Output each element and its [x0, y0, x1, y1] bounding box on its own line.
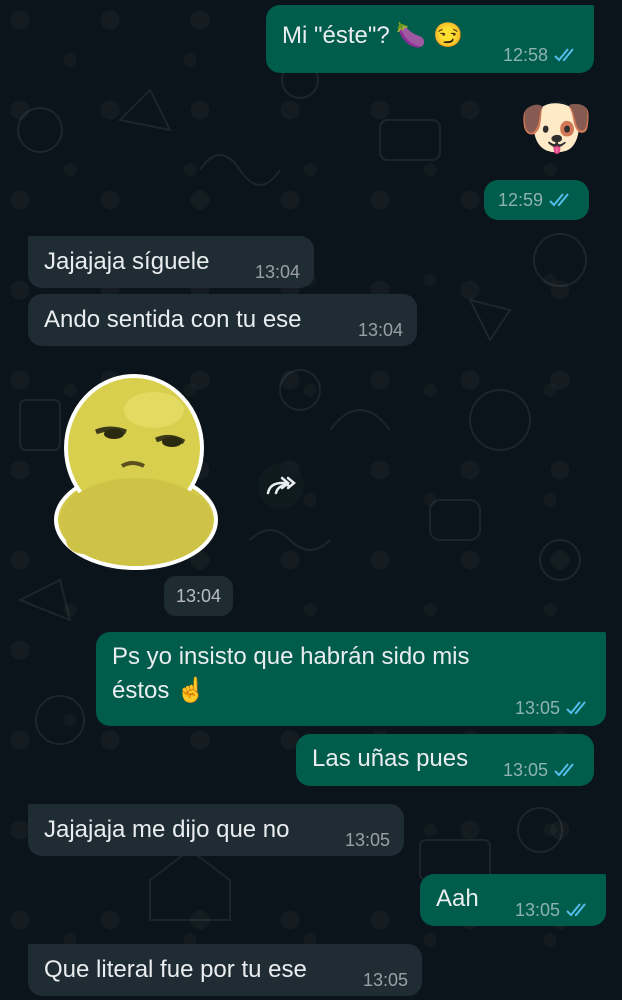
message-meta: 13:04 [255, 262, 300, 282]
double-check-icon [554, 48, 574, 62]
outgoing-message[interactable]: Ps yo insisto que habrán sido mis éstos … [96, 632, 606, 726]
message-time: 13:05 [502, 760, 548, 780]
message-meta: 13:05 [515, 698, 592, 718]
dog-emoji-sticker[interactable]: 🐶 [516, 92, 596, 164]
message-text: Jajajaja me dijo que no [44, 816, 290, 843]
message-meta: 13:04 [358, 320, 403, 340]
message-time: 13:05 [514, 698, 560, 718]
incoming-message[interactable]: Jajajaja me dijo que no 13:05 [28, 804, 404, 856]
message-meta: 13:05 [363, 970, 408, 990]
message-time: 13:04 [254, 262, 300, 282]
forward-button[interactable] [258, 463, 304, 509]
incoming-message[interactable]: Jajajaja síguele 13:04 [28, 236, 314, 288]
message-meta: 13:05 [345, 830, 390, 850]
double-check-icon [566, 903, 586, 917]
message-text: Mi "éste"? 🍆 😏 [282, 22, 463, 49]
message-time: 13:05 [362, 970, 408, 990]
message-text: Ando sentida con tu ese [44, 306, 302, 333]
sticker-time-badge: 13:04 [164, 576, 234, 616]
outgoing-message[interactable]: Mi "éste"? 🍆 😏 12:58 [266, 5, 594, 73]
message-text: Aah [436, 885, 479, 912]
incoming-message[interactable]: Que literal fue por tu ese 13:05 [28, 944, 422, 996]
message-meta: 13:05 [503, 760, 580, 780]
message-text: Que literal fue por tu ese [44, 956, 307, 983]
yellow-character-sticker[interactable] [44, 370, 224, 570]
message-text: Las uñas pues [312, 745, 469, 772]
double-check-icon [566, 701, 586, 715]
double-check-icon [549, 193, 569, 207]
message-time: 13:05 [514, 900, 560, 920]
message-meta: 12:58 [503, 45, 580, 65]
outgoing-message[interactable]: Aah 13:05 [420, 874, 606, 926]
message-meta: 13:05 [515, 900, 592, 920]
message-time: 13:05 [344, 830, 390, 850]
sticker-time-badge: 12:59 [484, 180, 590, 220]
outgoing-message[interactable]: Las uñas pues 13:05 [296, 734, 594, 786]
message-time: 13:04 [176, 585, 222, 606]
incoming-message[interactable]: Ando sentida con tu ese 13:04 [28, 294, 417, 346]
message-time: 12:58 [502, 45, 548, 65]
message-time: 12:59 [498, 189, 544, 210]
message-time: 13:04 [357, 320, 403, 340]
double-check-icon [554, 763, 574, 777]
message-text: Jajajaja síguele [44, 248, 210, 275]
message-text-line: Ps yo insisto que habrán sido mis [112, 643, 470, 670]
forward-icon [266, 476, 296, 495]
